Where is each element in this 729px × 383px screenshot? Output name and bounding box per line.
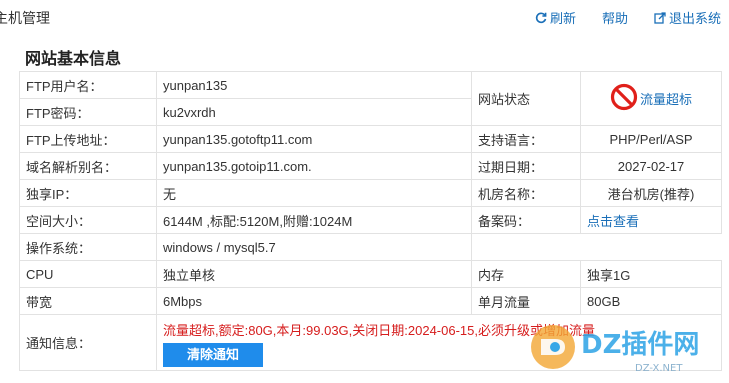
ftp-password-label: FTP密码： (19, 98, 157, 126)
ftp-address-label: FTP上传地址： (19, 125, 157, 153)
table-row: CPU 独立单核 内存 独享1G (19, 260, 722, 288)
os-value: windows / mysql5.7 (156, 233, 472, 261)
language-label: 支持语言： (471, 125, 581, 153)
bandwidth-label: 带宽 (19, 287, 157, 315)
space-size-label: 空间大小： (19, 206, 157, 234)
server-room-value: 港台机房(推荐) (580, 179, 722, 207)
icp-code-cell: 点击查看 (580, 206, 722, 234)
cpu-value: 独立单核 (156, 260, 472, 288)
memory-label: 内存 (471, 260, 581, 288)
memory-value: 独享1G (580, 260, 722, 288)
table-row: 空间大小： 6144M ,标配:5120M,附赠:1024M 备案码： 点击查看 (19, 206, 722, 234)
bandwidth-value: 6Mbps (156, 287, 472, 315)
logout-icon (654, 11, 666, 24)
site-status-cell: 流量超标 (580, 71, 722, 126)
space-size-value: 6144M ,标配:5120M,附赠:1024M (156, 206, 472, 234)
dedicated-ip-label: 独享IP： (19, 179, 157, 207)
table-row: FTP用户名： yunpan135 网站状态 流量超标 (19, 71, 722, 126)
refresh-icon (535, 12, 547, 24)
monthly-traffic-label: 单月流量 (471, 287, 581, 315)
table-row: 带宽 6Mbps 单月流量 80GB (19, 287, 722, 315)
language-value: PHP/Perl/ASP (580, 125, 722, 153)
dns-alias-label: 域名解析别名： (19, 152, 157, 180)
watermark-logo: DZ插件网 DZ-X.NET (525, 317, 715, 377)
top-bar: 主机管理 刷新 帮助 退出系统 (0, 0, 729, 34)
expire-date-label: 过期日期： (471, 152, 581, 180)
dns-alias-value: yunpan135.gotoip11.com. (156, 152, 472, 180)
table-row: 操作系统： windows / mysql5.7 (19, 233, 722, 261)
site-status-link[interactable]: 流量超标 (640, 89, 692, 108)
icp-code-label: 备案码： (471, 206, 581, 234)
server-room-label: 机房名称： (471, 179, 581, 207)
watermark-brand: DZ插件网 (581, 330, 699, 360)
table-row: 域名解析别名： yunpan135.gotoip11.com. 过期日期： 20… (19, 152, 722, 180)
monthly-traffic-value: 80GB (580, 287, 722, 315)
dedicated-ip-value: 无 (156, 179, 472, 207)
refresh-button[interactable]: 刷新 (535, 8, 576, 27)
ftp-user-label: FTP用户名： (19, 71, 157, 99)
section-title: 网站基本信息 (25, 51, 122, 68)
notice-label: 通知信息： (19, 314, 157, 371)
top-actions: 刷新 帮助 退出系统 (509, 8, 721, 27)
cpu-label: CPU (19, 260, 157, 288)
help-link[interactable]: 帮助 (602, 8, 628, 27)
table-row: 独享IP： 无 机房名称： 港台机房(推荐) (19, 179, 722, 207)
forbidden-icon (610, 83, 638, 114)
site-status-label: 网站状态 (471, 71, 581, 126)
logout-label: 退出系统 (668, 11, 721, 26)
help-label: 帮助 (601, 11, 628, 26)
icp-view-link[interactable]: 点击查看 (587, 214, 639, 229)
ftp-user-value: yunpan135 (156, 71, 472, 99)
clear-notice-button[interactable]: 清除通知 (163, 343, 263, 367)
ftp-address-value: yunpan135.gotoftp11.com (156, 125, 472, 153)
watermark-emblem-icon (531, 325, 575, 369)
logout-button[interactable]: 退出系统 (654, 8, 721, 27)
watermark-url: DZ-X.NET (635, 363, 683, 374)
os-label: 操作系统： (19, 233, 157, 261)
app-title: 主机管理 (0, 10, 50, 26)
ftp-password-value: ku2vxrdh (156, 98, 472, 126)
empty-cell (471, 233, 722, 261)
expire-date-value: 2027-02-17 (580, 152, 722, 180)
refresh-label: 刷新 (549, 11, 576, 26)
table-row: FTP上传地址： yunpan135.gotoftp11.com 支持语言： P… (19, 125, 722, 153)
